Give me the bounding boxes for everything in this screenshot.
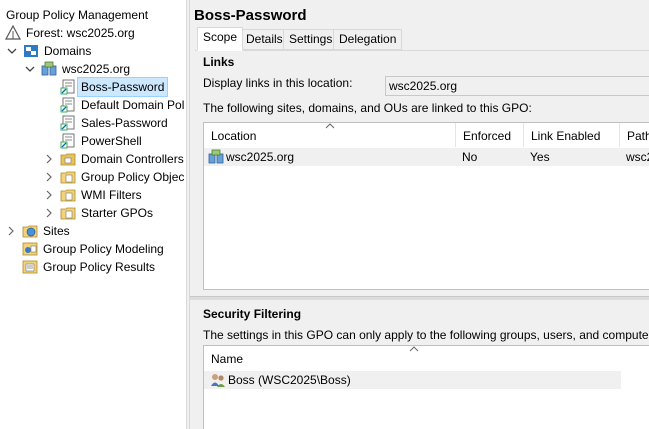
- tab-scope[interactable]: Scope: [197, 27, 244, 51]
- cell-text: Boss (WSC2025\Boss): [228, 373, 351, 387]
- tree-item-forest[interactable]: Forest: wsc2025.org: [5, 24, 138, 42]
- modeling-icon: [22, 242, 38, 256]
- links-description: The following sites, domains, and OUs ar…: [203, 101, 532, 115]
- tree-item-label: Sales-Password: [81, 116, 168, 130]
- security-list-header: Name: [204, 346, 649, 370]
- page-title: Boss-Password: [194, 7, 307, 24]
- cell-location: wsc2025.org: [208, 148, 294, 166]
- tree-item-gp-modeling[interactable]: Group Policy Modeling: [22, 240, 167, 258]
- sites-icon: [22, 225, 38, 238]
- tree-item-label: Default Domain Pol: [81, 98, 185, 112]
- gpo-link-icon: [60, 97, 75, 113]
- details-pane: Boss-Password Scope Details Settings Del…: [190, 0, 649, 429]
- tree-item-label: Domains: [44, 44, 92, 58]
- security-filtering-list[interactable]: Name Boss (WSC2025\Boss): [203, 345, 649, 429]
- folder-icon: [60, 171, 76, 184]
- tree-item-gpo-link-powershell[interactable]: PowerShell: [60, 132, 145, 150]
- tree-item-label: Domain Controllers: [81, 152, 184, 166]
- column-header-label: Link Enabled: [531, 129, 601, 143]
- folder-icon: [60, 207, 76, 220]
- gpo-link-icon: [60, 133, 75, 149]
- links-heading: Links: [203, 55, 235, 69]
- links-list[interactable]: Location Enforced Link Enabled Path wsc2…: [203, 122, 649, 290]
- cell-link-enabled: Yes: [530, 150, 550, 164]
- chevron-right-icon[interactable]: [44, 154, 54, 164]
- sort-ascending-icon: [409, 346, 419, 352]
- tree-item-sites[interactable]: Sites: [6, 222, 73, 240]
- tree-item-label: Forest: wsc2025.org: [26, 26, 135, 40]
- tree-item-label: Group Policy Modeling: [43, 242, 164, 256]
- chevron-right-icon[interactable]: [44, 172, 54, 182]
- column-header-label: Path: [627, 129, 649, 143]
- tree-item-label: Boss-Password: [76, 77, 169, 97]
- gpo-link-icon: [60, 115, 75, 131]
- tree-item-gpo-link-default-domain[interactable]: Default Domain Pol: [60, 96, 186, 114]
- tree-item-domains[interactable]: Domains: [7, 42, 94, 60]
- chevron-right-icon[interactable]: [44, 190, 54, 200]
- console-tree: Group Policy Management Forest: wsc2025.…: [0, 0, 186, 429]
- cell-enforced: No: [462, 150, 478, 164]
- tree-item-gpo-link-sales-password[interactable]: Sales-Password: [60, 114, 171, 132]
- tree-item-domain[interactable]: wsc2025.org: [25, 60, 133, 78]
- column-header-enforced[interactable]: Enforced: [456, 123, 524, 147]
- tree-item-label: Group Policy Objec: [81, 170, 185, 184]
- column-header-label: Name: [211, 352, 244, 366]
- gpo-link-icon: [60, 79, 75, 95]
- chevron-down-icon[interactable]: [7, 46, 17, 56]
- chevron-right-icon[interactable]: [44, 208, 54, 218]
- tab-settings[interactable]: Settings: [283, 29, 339, 50]
- display-links-select[interactable]: wsc2025.org: [385, 76, 649, 96]
- tab-delegation[interactable]: Delegation: [333, 29, 403, 50]
- tree-item-starter-gpos[interactable]: Starter GPOs: [44, 204, 156, 222]
- column-header-label: Enforced: [463, 129, 512, 143]
- security-filtering-description: The settings in this GPO can only apply …: [203, 328, 649, 342]
- cell-name: Boss (WSC2025\Boss): [210, 371, 351, 389]
- column-header-name[interactable]: Name: [204, 346, 649, 370]
- tree-item-group-policy-objects[interactable]: Group Policy Objec: [44, 168, 186, 186]
- chevron-right-icon[interactable]: [6, 226, 16, 236]
- tab-details[interactable]: Details: [240, 29, 289, 50]
- table-row[interactable]: Boss (WSC2025\Boss): [204, 371, 621, 389]
- tree-item-label: Starter GPOs: [81, 206, 154, 220]
- ou-folder-icon: [60, 153, 76, 166]
- folder-icon: [60, 189, 76, 202]
- cell-path: wsc2: [626, 150, 649, 164]
- domains-folder-icon: [24, 45, 38, 57]
- tree-item-domain-controllers[interactable]: Domain Controllers: [44, 150, 186, 168]
- column-header-label: Location: [211, 129, 257, 143]
- user-group-icon: [211, 374, 225, 387]
- links-list-header: Location Enforced Link Enabled Path: [204, 123, 649, 147]
- column-header-location[interactable]: Location: [204, 123, 456, 147]
- tree-item-gpm-root[interactable]: Group Policy Management: [6, 6, 151, 24]
- table-row[interactable]: wsc2025.org No Yes wsc2: [204, 148, 649, 166]
- tree-item-label: Group Policy Management: [6, 8, 149, 22]
- tree-item-label: WMI Filters: [81, 188, 142, 202]
- tree-item-gp-results[interactable]: Group Policy Results: [22, 258, 158, 276]
- display-links-label: Display links in this location:: [203, 76, 353, 90]
- column-header-path[interactable]: Path: [620, 123, 649, 147]
- sort-ascending-icon: [325, 123, 335, 129]
- tree-item-label: wsc2025.org: [62, 62, 131, 76]
- tree-item-label: Group Policy Results: [43, 260, 156, 274]
- results-icon: [22, 260, 38, 274]
- tree-item-label: Sites: [43, 224, 70, 238]
- chevron-down-icon[interactable]: [25, 64, 35, 74]
- section-splitter[interactable]: [190, 296, 649, 300]
- domain-icon: [41, 61, 57, 76]
- tree-item-label: PowerShell: [81, 134, 142, 148]
- cell-text: wsc2025.org: [226, 150, 295, 164]
- tree-item-gpo-link-boss-password[interactable]: Boss-Password: [60, 77, 169, 97]
- column-header-link-enabled[interactable]: Link Enabled: [524, 123, 620, 147]
- security-filtering-heading: Security Filtering: [203, 307, 302, 321]
- forest-icon: [5, 25, 21, 40]
- domain-icon: [208, 149, 224, 164]
- tree-item-wmi-filters[interactable]: WMI Filters: [44, 186, 145, 204]
